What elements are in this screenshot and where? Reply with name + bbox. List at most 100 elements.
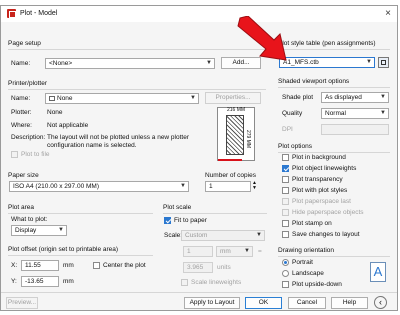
- fit-to-paper-checkbox[interactable]: [164, 217, 171, 224]
- shade-plot-value: As displayed: [325, 94, 362, 101]
- orientation-divider: [278, 256, 390, 257]
- style-table-value: A1_MFS.ctb: [283, 59, 319, 66]
- ok-button[interactable]: OK: [245, 297, 282, 309]
- center-plot-checkbox[interactable]: [93, 262, 100, 269]
- close-icon[interactable]: ×: [385, 8, 391, 19]
- chevron-down-icon: ▼: [366, 59, 372, 65]
- plot-in-background-checkbox[interactable]: [282, 154, 289, 161]
- plot-transparency-checkbox[interactable]: [282, 176, 289, 183]
- offset-x-label: X:: [11, 262, 18, 269]
- paper-size-combo[interactable]: ISO A4 (210.00 x 297.00 MM) ▼: [9, 181, 189, 192]
- center-plot-label: Center the plot: [103, 262, 146, 269]
- plot-dialog: Plot - Model × Page setup Name: <None> ▼…: [0, 5, 398, 311]
- shaded-heading: Shaded viewport options: [278, 78, 350, 85]
- preview-height-label: 279 MM: [245, 130, 251, 149]
- scale-combo[interactable]: Custom ▼: [181, 230, 265, 241]
- plot-to-file-label: Plot to file: [21, 151, 50, 158]
- scale-numerator-input[interactable]: 1: [183, 246, 213, 257]
- printer-name-label: Name:: [11, 95, 31, 102]
- quality-combo[interactable]: Normal ▼: [321, 108, 389, 119]
- offset-y-input[interactable]: -13.65: [21, 276, 59, 287]
- scale-units-combo[interactable]: mm ▼: [216, 246, 253, 257]
- printer-icon: [49, 95, 55, 101]
- chevron-down-icon: ▼: [180, 183, 186, 189]
- hide-paperspace-checkbox[interactable]: [282, 209, 289, 216]
- offset-y-value: -13.65: [25, 278, 44, 285]
- help-button[interactable]: Help: [331, 297, 368, 309]
- dpi-label: DPI: [282, 126, 293, 133]
- what-to-plot-combo[interactable]: Display ▼: [11, 225, 67, 236]
- upside-down-label: Plot upside-down: [292, 281, 342, 288]
- copies-input[interactable]: 1: [205, 181, 251, 192]
- plot-stamp-checkbox[interactable]: [282, 220, 289, 227]
- page-setup-name-label: Name:: [11, 60, 31, 67]
- plot-area-heading: Plot area: [8, 204, 35, 211]
- cancel-button[interactable]: Cancel: [288, 297, 326, 309]
- landscape-radio[interactable]: [282, 270, 289, 277]
- paper-preview: 216 MM 279 MM: [217, 107, 255, 161]
- chevron-down-icon: ▼: [190, 95, 196, 101]
- scale-denominator-input[interactable]: 3.965: [183, 262, 213, 273]
- scale-value: Custom: [185, 232, 208, 239]
- offset-x-value: 11.55: [25, 262, 41, 269]
- shade-plot-combo[interactable]: As displayed ▼: [321, 92, 389, 103]
- properties-button[interactable]: Properties...: [205, 92, 261, 104]
- quality-value: Normal: [325, 110, 346, 117]
- preview-button[interactable]: Preview...: [6, 297, 38, 309]
- quality-label: Quality: [282, 110, 303, 117]
- collapse-options-icon[interactable]: ‹: [374, 296, 387, 309]
- orientation-preview-icon: A: [370, 262, 386, 282]
- plot-to-file-checkbox[interactable]: [11, 151, 18, 158]
- chevron-down-icon: ▼: [244, 248, 250, 254]
- copies-spinner-icon[interactable]: ▲ ▼: [252, 181, 257, 191]
- description-line2: configuration name is selected.: [47, 142, 137, 149]
- orientation-heading: Drawing orientation: [278, 247, 335, 254]
- plotter-value: None: [47, 109, 63, 116]
- upside-down-checkbox[interactable]: [282, 281, 289, 288]
- plot-in-background-label: Plot in background: [292, 154, 346, 161]
- title-bar: Plot - Model ×: [1, 6, 397, 22]
- page-setup-divider: [8, 49, 266, 50]
- copies-heading: Number of copies: [205, 172, 256, 179]
- description-label: Description:: [11, 134, 46, 141]
- plot-stamp-label: Plot stamp on: [292, 220, 332, 227]
- plot-lineweights-checkbox[interactable]: [282, 165, 289, 172]
- plot-offset-divider: [8, 255, 153, 256]
- plot-options-heading: Plot options: [278, 143, 312, 150]
- apply-to-layout-button[interactable]: Apply to Layout: [184, 297, 240, 309]
- plot-offset-heading: Plot offset (origin set to printable are…: [8, 246, 119, 253]
- plot-area-divider: [8, 213, 153, 214]
- printable-area: [226, 115, 244, 155]
- plot-with-styles-checkbox[interactable]: [282, 187, 289, 194]
- page-setup-name-value: <None>: [49, 60, 73, 67]
- portrait-radio[interactable]: [282, 259, 289, 266]
- what-to-plot-label: What to plot:: [11, 216, 48, 223]
- preview-width-label: 216 MM: [227, 107, 246, 113]
- dpi-input[interactable]: [321, 124, 389, 135]
- orientation-letter: A: [373, 264, 383, 279]
- shade-plot-label: Shade plot: [282, 94, 314, 101]
- paperspace-last-checkbox[interactable]: [282, 198, 289, 205]
- offset-y-unit: mm: [63, 278, 74, 285]
- scale-lineweights-checkbox[interactable]: [181, 279, 188, 286]
- printer-name-combo[interactable]: None ▼: [45, 93, 199, 104]
- scale-lineweights-label: Scale lineweights: [191, 279, 242, 286]
- offset-x-input[interactable]: 11.55: [21, 260, 59, 271]
- chevron-down-icon: ▼: [380, 110, 386, 116]
- plot-lineweights-label: Plot object lineweights: [292, 165, 357, 172]
- offset-y-label: Y:: [11, 278, 17, 285]
- autocad-app-icon: [7, 9, 16, 18]
- page-setup-name-combo[interactable]: <None> ▼: [45, 58, 215, 69]
- style-table-combo[interactable]: A1_MFS.ctb ▼: [279, 57, 375, 68]
- chevron-down-icon: ▼: [58, 227, 64, 233]
- chevron-down-icon: ▼: [206, 60, 212, 66]
- shaded-divider: [278, 87, 390, 88]
- edit-style-table-icon[interactable]: [378, 57, 389, 68]
- fit-to-paper-label: Fit to paper: [174, 217, 207, 224]
- plot-scale-divider: [163, 213, 267, 214]
- save-changes-checkbox[interactable]: [282, 231, 289, 238]
- plot-scale-heading: Plot scale: [163, 204, 192, 211]
- scale-label: Scale:: [164, 232, 183, 239]
- window-title: Plot - Model: [20, 10, 58, 17]
- plot-with-styles-label: Plot with plot styles: [292, 187, 348, 194]
